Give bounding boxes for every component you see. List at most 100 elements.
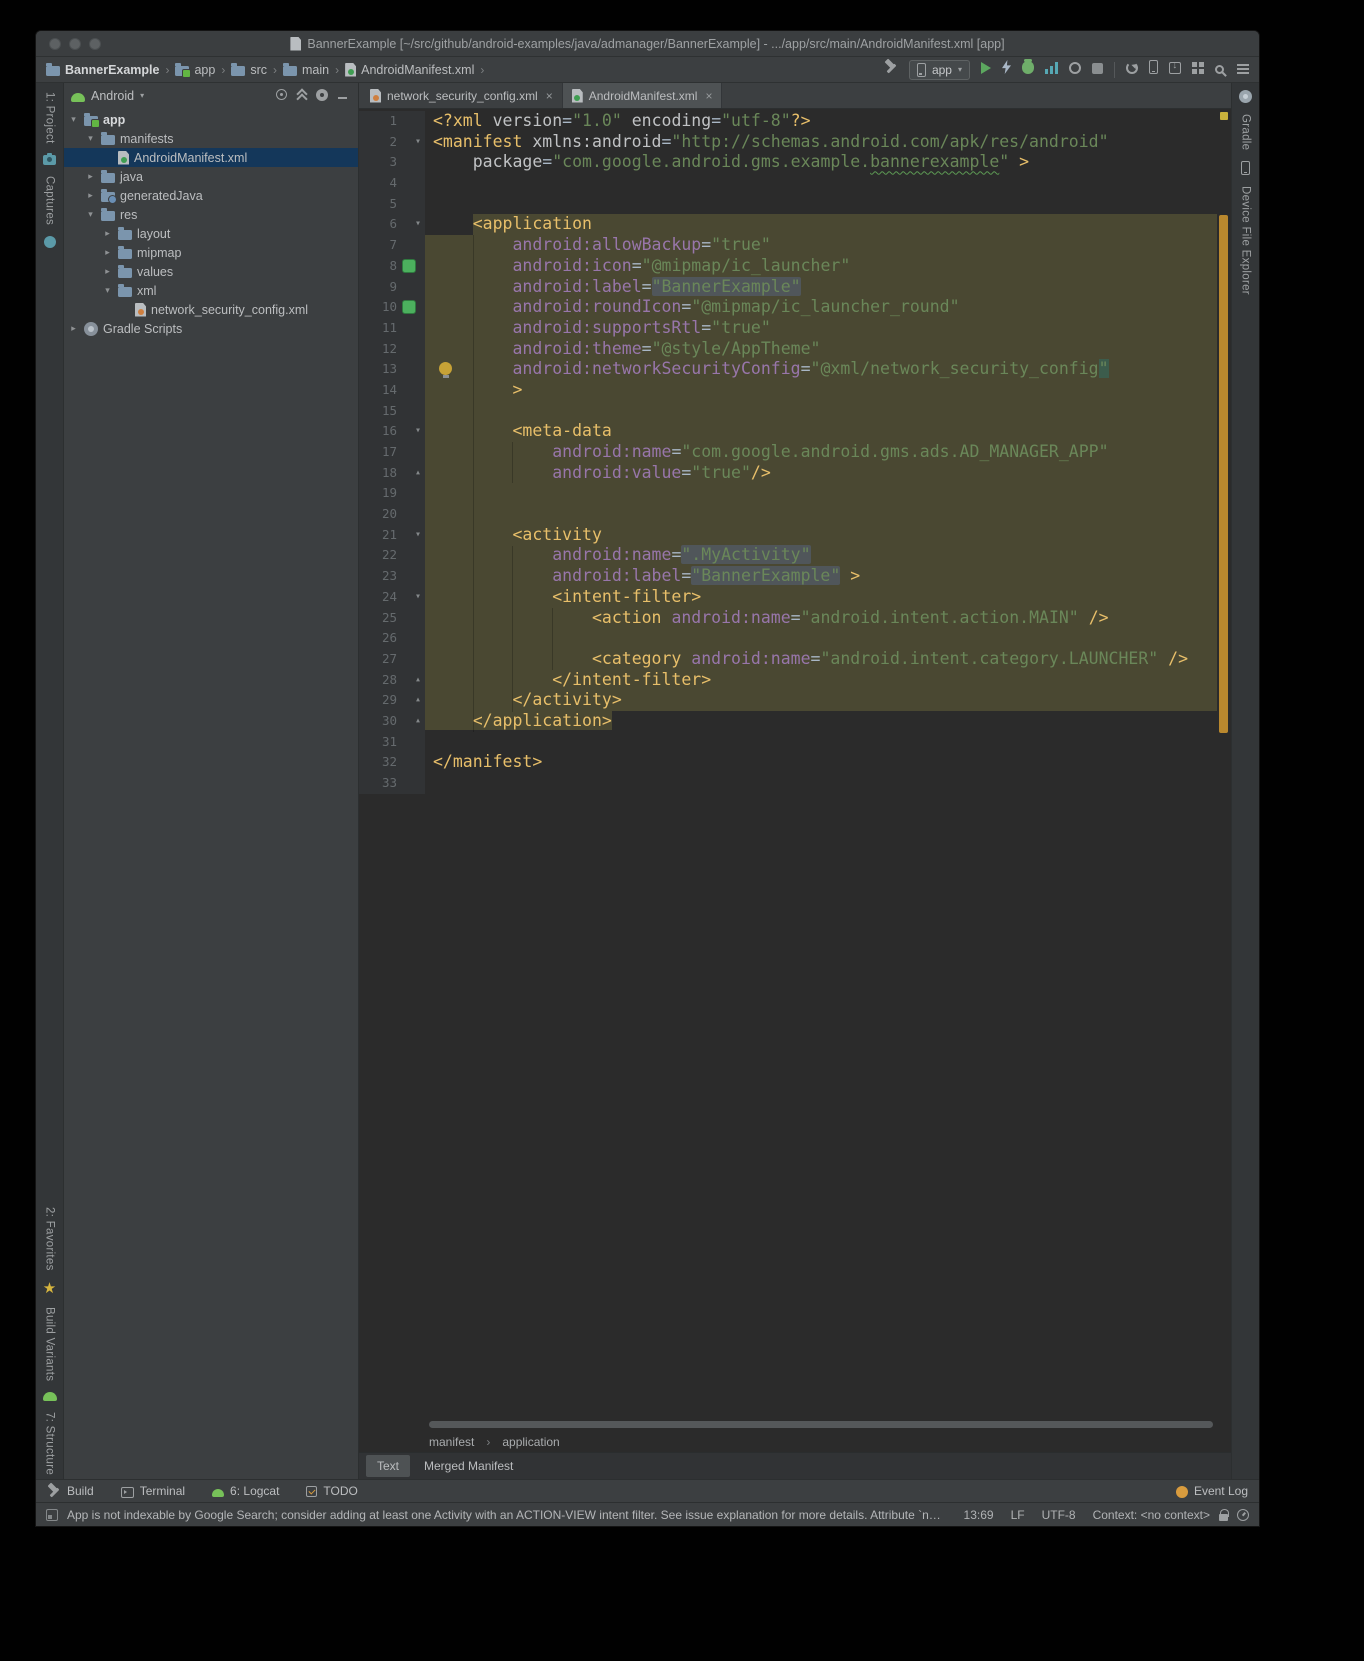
tab-androidmanifest-xml[interactable]: AndroidManifest.xml×: [563, 83, 723, 108]
layout-grid-button[interactable]: [1192, 61, 1204, 79]
view-tab-text[interactable]: Text: [366, 1455, 410, 1477]
tree-item-res[interactable]: ▾res: [64, 205, 358, 224]
fold-open-marker[interactable]: ▾: [412, 421, 424, 442]
tool-window-switcher-icon[interactable]: [46, 1509, 58, 1521]
fold-close-marker[interactable]: ▴: [412, 690, 424, 711]
run-button[interactable]: [981, 61, 991, 79]
tool-window-button-device-file-explorer[interactable]: Device File Explorer: [1240, 186, 1252, 295]
inspections-status-icon[interactable]: [1220, 112, 1228, 120]
code-line[interactable]: 13 android:networkSecurityConfig="@xml/n…: [359, 359, 1231, 380]
title-bar[interactable]: BannerExample [~/src/github/android-exam…: [36, 31, 1259, 57]
sdk-manager-button[interactable]: [1169, 61, 1181, 79]
toolbar-settings-button[interactable]: [1237, 61, 1249, 79]
tree-expanded-arrow[interactable]: ▾: [68, 114, 79, 125]
tree-collapsed-arrow[interactable]: ▸: [102, 247, 113, 258]
code-line[interactable]: 17 android:name="com.google.android.gms.…: [359, 442, 1231, 463]
locate-button[interactable]: [276, 88, 287, 103]
line-ending-indicator[interactable]: LF: [1011, 1508, 1025, 1522]
inspections-profile-icon[interactable]: [1237, 1509, 1249, 1521]
breadcrumb-androidmanifest-xml[interactable]: AndroidManifest.xml: [345, 63, 474, 77]
run-configuration-select[interactable]: app▾: [909, 60, 970, 80]
launcher-icon-preview[interactable]: [402, 300, 416, 314]
debug-button[interactable]: [1022, 60, 1034, 79]
tree-expanded-arrow[interactable]: ▾: [85, 133, 96, 144]
caret-position[interactable]: 13:69: [964, 1508, 994, 1522]
code-line[interactable]: 18▴ android:value="true"/>: [359, 463, 1231, 484]
code-line[interactable]: 26: [359, 628, 1231, 649]
tree-item-mipmap[interactable]: ▸mipmap: [64, 243, 358, 262]
tool-window-button-event-log[interactable]: Event Log: [1176, 1484, 1248, 1498]
fold-close-marker[interactable]: ▴: [412, 711, 424, 732]
tool-window-button-7-structure[interactable]: 7: Structure: [44, 1412, 56, 1475]
tree-collapsed-arrow[interactable]: ▸: [85, 171, 96, 182]
breadcrumb-bannerexample[interactable]: BannerExample: [46, 63, 159, 77]
horizontal-scrollbar[interactable]: [429, 1421, 1213, 1428]
gradle-sync-button[interactable]: [1126, 61, 1138, 79]
tree-expanded-arrow[interactable]: ▾: [85, 209, 96, 220]
breadcrumb-src[interactable]: src: [231, 63, 267, 77]
code-line[interactable]: 33: [359, 773, 1231, 794]
code-line[interactable]: 25 <action android:name="android.intent.…: [359, 608, 1231, 629]
code-line[interactable]: 12 android:theme="@style/AppTheme": [359, 339, 1231, 360]
fold-open-marker[interactable]: ▾: [412, 132, 424, 153]
tree-item-xml[interactable]: ▾xml: [64, 281, 358, 300]
lock-icon[interactable]: [1219, 1514, 1228, 1521]
tree-item-layout[interactable]: ▸layout: [64, 224, 358, 243]
close-tab-icon[interactable]: ×: [546, 89, 553, 103]
breadcrumb-application[interactable]: application: [502, 1435, 559, 1449]
tree-item-generatedjava[interactable]: ▸generatedJava: [64, 186, 358, 205]
stop-button[interactable]: [1092, 61, 1103, 79]
code-line[interactable]: 29▴ </activity>: [359, 690, 1231, 711]
tool-window-button-6-logcat[interactable]: 6: Logcat: [212, 1484, 279, 1498]
breadcrumb-app[interactable]: app: [175, 63, 215, 77]
launcher-icon-preview[interactable]: [402, 259, 416, 273]
profile-button[interactable]: [1045, 61, 1058, 79]
breadcrumb-main[interactable]: main: [283, 63, 329, 77]
code-line[interactable]: 32</manifest>: [359, 752, 1231, 773]
breadcrumb-manifest[interactable]: manifest: [429, 1435, 474, 1449]
build-hammer-button[interactable]: [884, 60, 898, 79]
tree-collapsed-arrow[interactable]: ▸: [102, 266, 113, 277]
code-line[interactable]: 20: [359, 504, 1231, 525]
code-line[interactable]: 5: [359, 194, 1231, 215]
build-variants-android-icon[interactable]: [43, 1392, 57, 1401]
tree-item-java[interactable]: ▸java: [64, 167, 358, 186]
tool-window-button-captures[interactable]: Captures: [44, 176, 56, 225]
tree-collapsed-arrow[interactable]: ▸: [102, 228, 113, 239]
code-line[interactable]: 10 android:roundIcon="@mipmap/ic_launche…: [359, 297, 1231, 318]
zoom-window-button[interactable]: [89, 38, 101, 50]
tool-window-button-build[interactable]: Build: [47, 1484, 94, 1498]
code-line[interactable]: 15: [359, 401, 1231, 422]
tree-item-manifests[interactable]: ▾manifests: [64, 129, 358, 148]
code-line[interactable]: 2▾<manifest xmlns:android="http://schema…: [359, 132, 1231, 153]
attach-debugger-button[interactable]: [1069, 61, 1081, 79]
apply-changes-button[interactable]: [1002, 60, 1011, 79]
code-line[interactable]: 28▴ </intent-filter>: [359, 670, 1231, 691]
context-indicator[interactable]: Context: <no context>: [1093, 1508, 1210, 1522]
minimize-window-button[interactable]: [69, 38, 81, 50]
code-line[interactable]: 7 android:allowBackup="true": [359, 235, 1231, 256]
code-line[interactable]: 9 android:label="BannerExample": [359, 277, 1231, 298]
tree-item-app[interactable]: ▾app: [64, 110, 358, 129]
code-line[interactable]: 1<?xml version="1.0" encoding="utf-8"?>: [359, 111, 1231, 132]
code-line[interactable]: 22 android:name=".MyActivity": [359, 545, 1231, 566]
close-tab-icon[interactable]: ×: [705, 89, 712, 103]
collapse-all-button[interactable]: [296, 88, 307, 103]
code-line[interactable]: 11 android:supportsRtl="true": [359, 318, 1231, 339]
selection-stripe-marker[interactable]: [1219, 215, 1228, 733]
tree-item-androidmanifest-xml[interactable]: AndroidManifest.xml: [64, 148, 358, 167]
code-line[interactable]: 8 android:icon="@mipmap/ic_launcher": [359, 256, 1231, 277]
code-line[interactable]: 16▾ <meta-data: [359, 421, 1231, 442]
fold-open-marker[interactable]: ▾: [412, 214, 424, 235]
favorites-star-icon[interactable]: ★: [43, 1282, 56, 1296]
search-everywhere-button[interactable]: [1215, 61, 1226, 79]
tree-item-network-security-config-xml[interactable]: network_security_config.xml: [64, 300, 358, 319]
tool-window-button-2-favorites[interactable]: 2: Favorites: [44, 1207, 56, 1271]
avd-manager-button[interactable]: [1149, 60, 1158, 79]
code-line[interactable]: 27 <category android:name="android.inten…: [359, 649, 1231, 670]
fold-close-marker[interactable]: ▴: [412, 463, 424, 484]
tree-collapsed-arrow[interactable]: ▸: [85, 190, 96, 201]
tree-expanded-arrow[interactable]: ▾: [102, 285, 113, 296]
code-line[interactable]: 19: [359, 483, 1231, 504]
device-phone-icon[interactable]: [1241, 161, 1250, 175]
